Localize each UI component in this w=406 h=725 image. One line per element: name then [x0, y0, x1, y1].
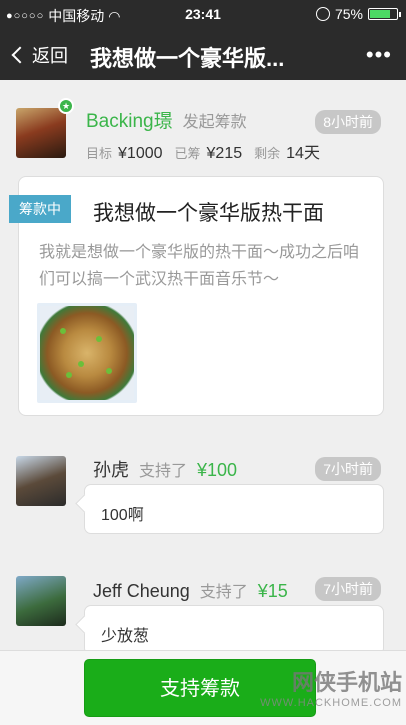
initiator-header: Backing璟 发起筹款 [86, 106, 247, 133]
battery-percent: 75% [334, 6, 363, 22]
back-button[interactable]: 返回 [10, 42, 68, 68]
initiator-action: 发起筹款 [182, 114, 247, 131]
supporter-verb: 支持了 [139, 463, 188, 480]
photo-detail [66, 372, 72, 378]
supporter-message: 少放葱 [84, 605, 384, 650]
supporter-header: Jeff Cheung 支持了 ¥15 [93, 578, 288, 602]
initiator-time-badge: 8小时前 [315, 110, 381, 134]
photo-detail [96, 336, 102, 342]
photo-detail [106, 368, 112, 374]
remaining-value: 14天 [286, 145, 320, 162]
page-title: 我想做一个豪华版... [90, 46, 285, 71]
status-right: 75% [315, 6, 401, 22]
battery-icon [368, 8, 401, 20]
watermark-url: WWW.HACKHOME.COM [260, 697, 402, 709]
supporter-amount: ¥15 [257, 581, 288, 601]
more-options-button[interactable]: ••• [366, 42, 392, 68]
photo-detail [60, 328, 66, 334]
photo-detail [78, 361, 84, 367]
raised-label: 已筹 [174, 146, 201, 161]
star-badge-icon: ★ [58, 98, 74, 114]
rotation-lock-icon [315, 7, 330, 21]
target-label: 目标 [86, 146, 113, 161]
supporter-avatar[interactable] [16, 456, 66, 506]
back-label: 返回 [32, 46, 68, 66]
supporter-name[interactable]: Jeff Cheung [93, 581, 190, 602]
project-card[interactable]: 筹款中 我想做一个豪华版热干面 我就是想做一个豪华版的热干面～成功之后咱们可以搞… [9, 176, 384, 416]
fundraising-stats: 目标 ¥1000 已筹 ¥215 剩余 14天 [86, 139, 326, 163]
supporter-header: 孙虎 支持了 ¥100 [93, 456, 237, 482]
initiator-name[interactable]: Backing璟 [86, 106, 173, 133]
initiator-avatar[interactable] [16, 108, 66, 158]
supporter-time-badge: 7小时前 [315, 577, 381, 601]
remaining-label: 剩余 [254, 146, 281, 161]
project-title: 我想做一个豪华版热干面 [93, 202, 324, 225]
supporter-message: 100啊 [84, 484, 384, 534]
watermark-text: 网侠手机站 [291, 670, 402, 695]
project-description: 我就是想做一个豪华版的热干面～成功之后咱们可以搞一个武汉热干面音乐节～ [39, 244, 360, 288]
supporter-avatar[interactable] [16, 576, 66, 626]
raised-value: ¥215 [206, 145, 243, 162]
watermark: 网侠手机站 WWW.HACKHOME.COM [260, 665, 402, 709]
bottom-bar: 支持筹款 网侠手机站 WWW.HACKHOME.COM [0, 650, 406, 725]
supporter-time-badge: 7小时前 [315, 457, 381, 481]
status-tag: 筹款中 [9, 195, 71, 223]
target-value: ¥1000 [118, 145, 163, 162]
content-area: ★ Backing璟 发起筹款 8小时前 目标 ¥1000 已筹 ¥215 剩余… [0, 80, 406, 650]
supporter-amount: ¥100 [197, 460, 238, 480]
project-photo[interactable] [37, 303, 137, 403]
supporter-verb: 支持了 [199, 584, 248, 601]
supporter-name[interactable]: 孙虎 [93, 456, 129, 482]
status-bar: ●○○○○ 中国移动 ◠ 23:41 75% [0, 0, 406, 30]
battery-fill [370, 10, 390, 18]
navigation-bar: 返回 我想做一个豪华版... ••• [0, 30, 406, 80]
chevron-left-icon [11, 46, 29, 64]
